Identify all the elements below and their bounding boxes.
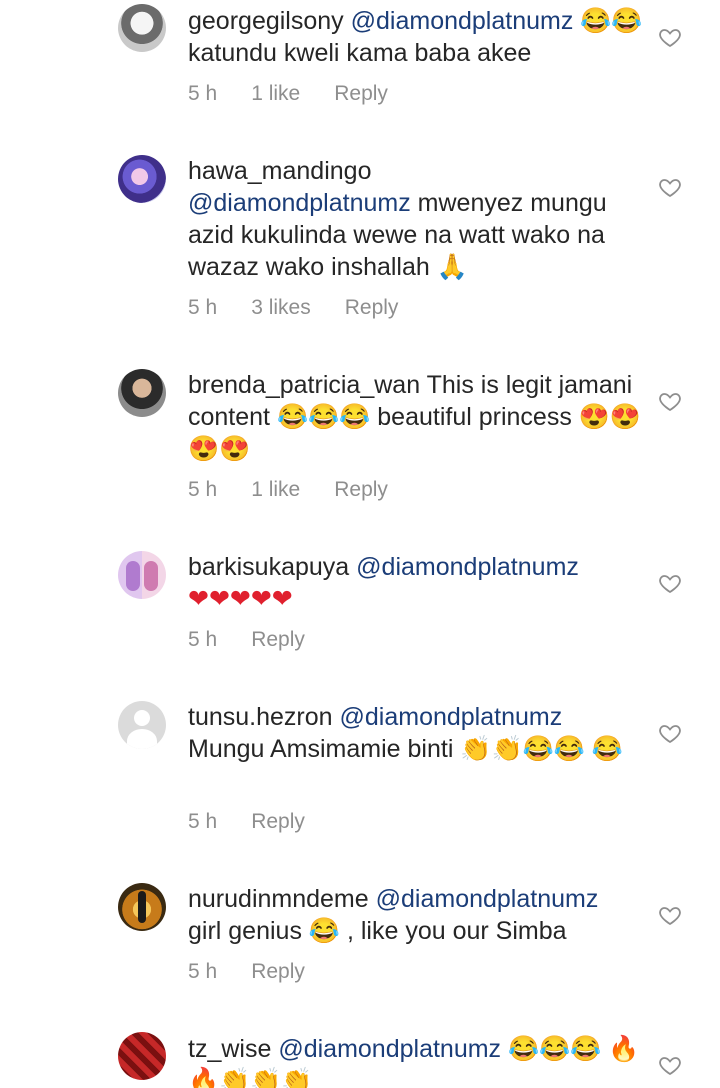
reply-button[interactable]: Reply bbox=[334, 478, 388, 502]
comment-meta: 5 h Reply bbox=[188, 960, 305, 984]
comment-username[interactable]: nurudinmndeme bbox=[188, 885, 369, 913]
comment-body: barkisukapuya @diamondplatnumz ❤❤❤❤❤ bbox=[188, 551, 648, 615]
comment-time: 5 h bbox=[188, 960, 218, 983]
heart-outline-icon[interactable] bbox=[658, 571, 682, 595]
comment-likes[interactable]: 1 like bbox=[251, 478, 300, 502]
comment-username[interactable]: tz_wise bbox=[188, 1035, 271, 1063]
comment-text: ❤❤❤❤❤ bbox=[188, 585, 293, 613]
default-avatar-icon[interactable] bbox=[118, 701, 166, 749]
avatar[interactable] bbox=[118, 551, 166, 599]
comment-username[interactable]: tunsu.hezron bbox=[188, 703, 333, 731]
comment-body: nurudinmndeme @diamondplatnumz girl geni… bbox=[188, 883, 648, 947]
comment-meta: 5 h 1 like Reply bbox=[188, 478, 388, 502]
avatar[interactable] bbox=[118, 4, 166, 52]
comment-meta: 5 h Reply bbox=[188, 810, 305, 834]
avatar[interactable] bbox=[118, 369, 166, 417]
comment-text: girl genius 😂 , like you our Simba bbox=[188, 917, 567, 945]
comment-mention[interactable]: @diamondplatnumz bbox=[340, 703, 563, 731]
comment-body: brenda_patricia_wan This is legit jamani… bbox=[188, 369, 648, 465]
avatar[interactable] bbox=[118, 1032, 166, 1080]
comment-username[interactable]: brenda_patricia_wan bbox=[188, 371, 420, 399]
comment-meta: 5 h Reply bbox=[188, 628, 305, 652]
comment-time: 5 h bbox=[188, 628, 218, 651]
comment-meta: 5 h 3 likes Reply bbox=[188, 296, 398, 320]
comment-body: tz_wise @diamondplatnumz 😂😂😂 🔥🔥👏👏👏 bbox=[188, 1033, 648, 1088]
comment-mention[interactable]: @diamondplatnumz bbox=[188, 189, 411, 217]
comment-body: hawa_mandingo @diamondplatnumz mwenyez m… bbox=[188, 155, 648, 283]
heart-outline-icon[interactable] bbox=[658, 1053, 682, 1077]
comment-body: georgegilsony @diamondplatnumz 😂😂 katund… bbox=[188, 5, 648, 69]
comment-time: 5 h bbox=[188, 82, 218, 105]
comment-username[interactable]: barkisukapuya bbox=[188, 553, 349, 581]
comment-time: 5 h bbox=[188, 296, 218, 319]
heart-outline-icon[interactable] bbox=[658, 175, 682, 199]
comment-username[interactable]: georgegilsony bbox=[188, 7, 344, 35]
heart-outline-icon[interactable] bbox=[658, 721, 682, 745]
heart-outline-icon[interactable] bbox=[658, 25, 682, 49]
reply-button[interactable]: Reply bbox=[251, 628, 305, 652]
comment-meta: 5 h 1 like Reply bbox=[188, 82, 388, 106]
comment-username[interactable]: hawa_mandingo bbox=[188, 157, 371, 185]
reply-button[interactable]: Reply bbox=[251, 960, 305, 984]
comment-likes[interactable]: 1 like bbox=[251, 82, 300, 106]
heart-outline-icon[interactable] bbox=[658, 389, 682, 413]
comment-time: 5 h bbox=[188, 478, 218, 501]
comment-mention[interactable]: @diamondplatnumz bbox=[376, 885, 599, 913]
comment-likes[interactable]: 3 likes bbox=[251, 296, 311, 320]
reply-button[interactable]: Reply bbox=[251, 810, 305, 834]
comment-mention[interactable]: @diamondplatnumz bbox=[356, 553, 579, 581]
comment-text: Mungu Amsimamie binti 👏👏😂😂 😂 bbox=[188, 735, 623, 763]
comment-mention[interactable]: @diamondplatnumz bbox=[278, 1035, 501, 1063]
comment-body: tunsu.hezron @diamondplatnumz Mungu Amsi… bbox=[188, 701, 648, 765]
heart-outline-icon[interactable] bbox=[658, 903, 682, 927]
avatar[interactable] bbox=[118, 883, 166, 931]
comment-mention[interactable]: @diamondplatnumz bbox=[351, 7, 574, 35]
avatar[interactable] bbox=[118, 155, 166, 203]
reply-button[interactable]: Reply bbox=[345, 296, 399, 320]
comment-time: 5 h bbox=[188, 810, 218, 833]
reply-button[interactable]: Reply bbox=[334, 82, 388, 106]
